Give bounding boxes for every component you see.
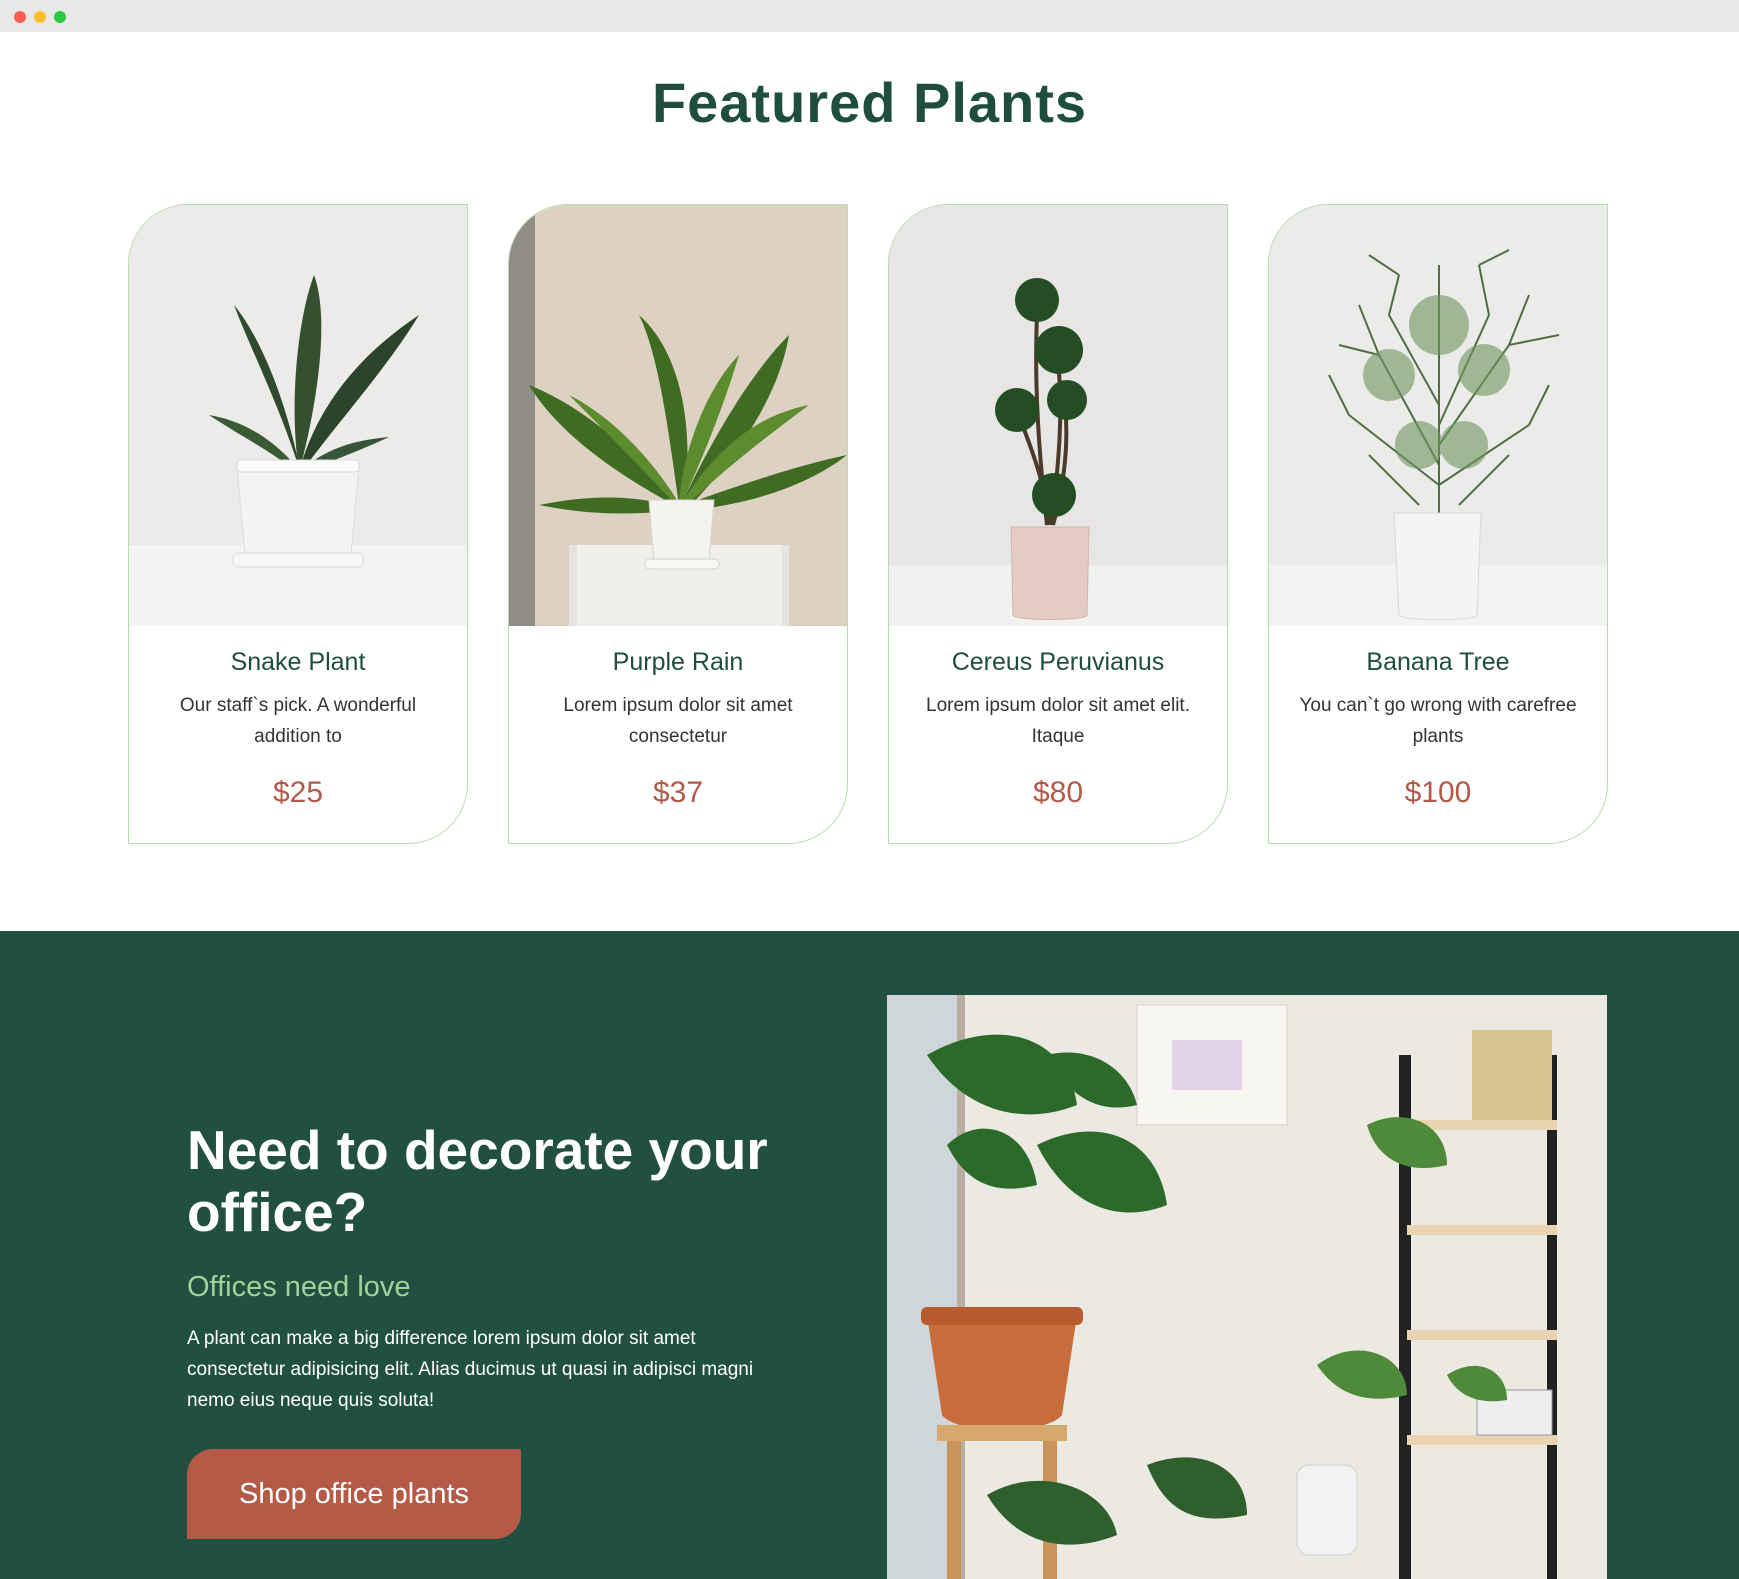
plant-price: $80 (1032, 776, 1084, 809)
plant-description: Our staff`s pick. A wonderful addition t… (179, 695, 417, 747)
close-window-icon[interactable] (14, 11, 26, 23)
office-description: A plant can make a big difference lorem … (187, 1328, 754, 1411)
plant-name[interactable]: Banana Tree (1269, 648, 1607, 677)
plant-description: You can`t go wrong with carefree plants (1299, 695, 1577, 747)
office-plants-section: Need to decorate your office? Offices ne… (0, 931, 1739, 1579)
office-plants-image (887, 995, 1607, 1579)
office-subtitle: Offices need love (187, 1271, 411, 1303)
plant-description: Lorem ipsum dolor sit amet consectetur (563, 695, 793, 747)
plant-image (1269, 205, 1607, 626)
plant-card-snake-plant[interactable]: Snake Plant Our staff`s pick. A wonderfu… (128, 204, 468, 844)
plant-name[interactable]: Cereus Peruvianus (889, 648, 1227, 677)
plant-image (129, 205, 467, 626)
plant-card-purple-rain[interactable]: Purple Rain Lorem ipsum dolor sit amet c… (508, 204, 848, 844)
shop-office-plants-button[interactable]: Shop office plants (187, 1449, 521, 1539)
plant-price: $25 (272, 776, 324, 809)
plant-image (509, 205, 847, 626)
browser-titlebar (0, 0, 1739, 32)
plant-name[interactable]: Snake Plant (129, 648, 467, 677)
plant-price: $100 (1404, 776, 1472, 809)
plant-card-banana-tree[interactable]: Banana Tree You can`t go wrong with care… (1268, 204, 1608, 844)
featured-title: Featured Plants (651, 71, 1088, 134)
office-title: Need to decorate your office? (187, 1119, 768, 1243)
plant-name[interactable]: Purple Rain (509, 648, 847, 677)
plant-card-cereus-peruvianus[interactable]: Cereus Peruvianus Lorem ipsum dolor sit … (888, 204, 1228, 844)
plant-price: $37 (652, 776, 704, 809)
minimize-window-icon[interactable] (34, 11, 46, 23)
plant-description: Lorem ipsum dolor sit amet elit. Itaque (926, 695, 1190, 747)
featured-plants-section: Featured Plants Snake Plant Our staff`s … (0, 32, 1739, 931)
plant-image (889, 205, 1227, 626)
maximize-window-icon[interactable] (54, 11, 66, 23)
